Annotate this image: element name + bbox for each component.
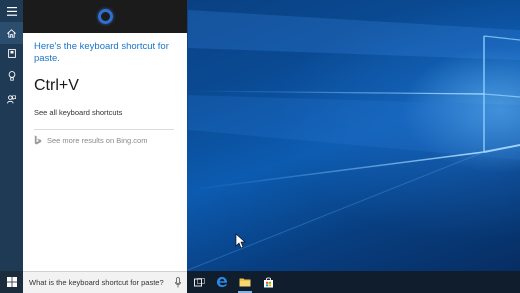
windows-logo-icon [6, 277, 17, 287]
shortcut-result: Ctrl+V [34, 77, 79, 94]
edge-button[interactable] [211, 271, 233, 293]
bing-link-label: See more results on Bing.com [47, 135, 148, 145]
cortana-ring-icon [97, 9, 113, 24]
cortana-header [23, 0, 187, 33]
start-button[interactable] [0, 271, 23, 293]
home-icon[interactable] [0, 22, 23, 44]
task-view-icon [193, 277, 205, 286]
answer-text: Here's the keyboard shortcut for paste. [34, 41, 169, 64]
search-input[interactable]: What is the keyboard shortcut for paste? [23, 271, 187, 293]
file-explorer-icon [239, 278, 251, 287]
feedback-icon[interactable] [0, 88, 23, 110]
task-view-button[interactable] [188, 271, 210, 293]
notebook-icon[interactable] [0, 42, 23, 64]
store-button[interactable] [257, 271, 279, 293]
bing-icon [34, 135, 42, 145]
bing-results-link[interactable]: See more results on Bing.com [34, 135, 147, 145]
divider [34, 129, 174, 130]
see-all-shortcuts-link[interactable]: See all keyboard shortcuts [34, 108, 122, 117]
cortana-panel: Here's the keyboard shortcut for paste. … [23, 0, 187, 271]
store-icon [263, 276, 273, 287]
taskbar: What is the keyboard shortcut for paste? [0, 271, 520, 293]
cortana-sidebar [0, 0, 23, 271]
lightbulb-icon[interactable] [0, 65, 23, 87]
hamburger-menu-icon[interactable] [0, 0, 23, 22]
edge-icon [217, 277, 228, 287]
microphone-icon[interactable] [175, 277, 181, 288]
search-query-text: What is the keyboard shortcut for paste? [29, 278, 164, 287]
file-explorer-button[interactable] [234, 271, 256, 293]
